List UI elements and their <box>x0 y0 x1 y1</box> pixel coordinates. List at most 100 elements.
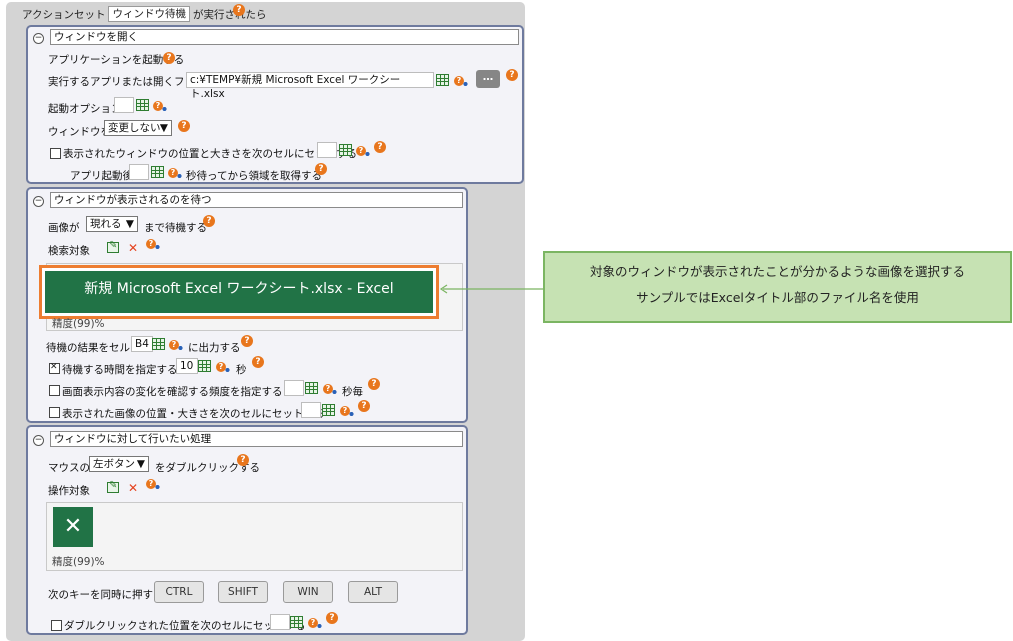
collapse-icon[interactable]: − <box>33 33 44 44</box>
frequency-unit: 秒毎 <box>342 386 363 398</box>
window-mode-value: 変更しない <box>108 122 161 134</box>
wait-until-label: まで待機する <box>144 222 207 234</box>
help-icon[interactable]: ? <box>163 52 175 64</box>
action-set-header: アクションセット ウィンドウ待機 が実行されたら <box>22 5 266 23</box>
help-icon[interactable]: ? <box>358 400 370 412</box>
operation-target-label: 操作対象 <box>48 485 90 497</box>
help-user-icon[interactable]: ? <box>146 479 161 491</box>
help-icon[interactable]: ? <box>315 163 327 175</box>
timeout-checkbox[interactable] <box>49 362 60 374</box>
set-position-cell-input[interactable] <box>317 142 337 158</box>
help-icon[interactable]: ? <box>241 335 253 347</box>
appear-select[interactable]: 現れる ▼ <box>86 216 138 232</box>
set-image-pos-checkbox[interactable] <box>49 407 60 418</box>
callout-line-2: サンプルではExcelタイトル部のファイル名を使用 <box>636 290 919 305</box>
help-user-icon[interactable]: ? <box>356 146 371 158</box>
chevron-down-icon: ▼ <box>159 122 168 134</box>
search-target-label: 検索対象 <box>48 245 90 257</box>
chevron-down-icon: ▼ <box>125 218 134 230</box>
search-image-preview: 新規 Microsoft Excel ワークシート.xlsx - Excel 精… <box>39 263 463 331</box>
help-icon[interactable]: ? <box>233 4 245 16</box>
timeout-unit: 秒 <box>236 364 247 376</box>
help-icon[interactable]: ? <box>252 356 264 368</box>
cell-picker-icon[interactable] <box>305 382 318 394</box>
timeout-label: 待機する時間を指定する <box>62 364 178 376</box>
section-title-input[interactable]: ウィンドウを開く <box>50 29 519 45</box>
help-user-icon[interactable]: ? <box>169 340 184 352</box>
collapse-icon[interactable]: − <box>33 435 44 446</box>
launch-option-label: 起動オプション <box>48 103 122 115</box>
set-click-pos-checkbox[interactable] <box>51 620 62 631</box>
key-alt-button[interactable]: ALT <box>348 581 398 603</box>
accuracy-label: 精度(99)% <box>52 556 105 568</box>
image-highlight-frame: 新規 Microsoft Excel ワークシート.xlsx - Excel <box>39 265 439 319</box>
set-image-pos-input[interactable] <box>301 402 321 418</box>
edit-image-icon[interactable] <box>107 480 119 493</box>
frequency-label: 画面表示内容の変化を確認する頻度を指定する <box>62 386 283 398</box>
appear-select-value: 現れる <box>90 218 122 230</box>
key-win-button[interactable]: WIN <box>283 581 333 603</box>
frequency-checkbox[interactable] <box>49 385 60 396</box>
help-icon[interactable]: ? <box>178 120 190 132</box>
operation-image-preview: ✕ 精度(99)% <box>46 502 463 571</box>
mouse-button-select[interactable]: 左ボタン ▼ <box>89 456 149 472</box>
key-ctrl-button[interactable]: CTRL <box>154 581 204 603</box>
frequency-input[interactable] <box>284 380 304 396</box>
header-prefix: アクションセット <box>22 8 106 21</box>
image-label: 画像が <box>48 222 80 234</box>
timeout-input[interactable]: 10 <box>176 358 198 374</box>
help-icon[interactable]: ? <box>203 215 215 227</box>
result-cell-input[interactable]: B4 <box>131 336 153 352</box>
edit-image-icon[interactable] <box>107 240 119 253</box>
help-user-icon[interactable]: ? <box>146 239 161 251</box>
after-launch-label: アプリ起動後 <box>70 170 133 182</box>
cell-picker-icon[interactable] <box>436 74 449 86</box>
help-icon[interactable]: ? <box>368 378 380 390</box>
mouse-button-value: 左ボタン <box>93 458 135 470</box>
help-user-icon[interactable]: ? <box>308 618 323 630</box>
help-icon[interactable]: ? <box>374 141 386 153</box>
accuracy-label: 精度(99)% <box>52 318 105 330</box>
set-image-pos-label: 表示された画像の位置・大きさを次のセルにセットする <box>62 408 325 420</box>
action-name-box: ウィンドウ待機 <box>108 6 190 22</box>
section-title-input[interactable]: ウィンドウに対して行いたい処理 <box>50 431 463 447</box>
help-user-icon[interactable]: ? <box>153 101 168 113</box>
window-mode-select[interactable]: 変更しない ▼ <box>104 120 172 136</box>
cell-picker-icon[interactable] <box>151 166 164 178</box>
help-icon[interactable]: ? <box>506 69 518 81</box>
delete-icon[interactable]: ✕ <box>128 242 138 254</box>
section-title-input[interactable]: ウィンドウが表示されるのを待つ <box>50 192 463 208</box>
browse-button[interactable]: … <box>476 70 500 88</box>
result-cell-label: 待機の結果をセル <box>46 342 130 354</box>
cell-picker-icon[interactable] <box>198 360 211 372</box>
help-user-icon[interactable]: ? <box>340 406 355 418</box>
wait-options: 待機の結果をセル B4 ? に出力する ? 待機する時間を指定する 10 ? 秒… <box>26 331 468 423</box>
set-position-checkbox[interactable] <box>50 148 61 159</box>
launch-option-input[interactable] <box>114 97 134 113</box>
set-click-pos-input[interactable] <box>270 614 290 630</box>
cell-picker-icon[interactable] <box>136 99 149 111</box>
mouse-label: マウスの <box>48 462 90 474</box>
help-user-icon[interactable]: ? <box>323 384 338 396</box>
delete-icon[interactable]: ✕ <box>128 482 138 494</box>
cell-picker-icon[interactable] <box>152 338 165 350</box>
set-position-label: 表示されたウィンドウの位置と大きさを次のセルにセットする <box>63 148 357 160</box>
help-user-icon[interactable]: ? <box>168 168 183 180</box>
key-shift-button[interactable]: SHIFT <box>218 581 268 603</box>
file-path-input[interactable]: c:¥TEMP¥新規 Microsoft Excel ワークシート.xlsx <box>186 72 434 100</box>
help-user-icon[interactable]: ? <box>216 362 231 374</box>
open-window-card: − ウィンドウを開く アプリケーションを起動する ? 実行するアプリまたは開くフ… <box>26 25 524 184</box>
cell-picker-icon[interactable] <box>290 616 303 628</box>
help-icon[interactable]: ? <box>237 454 249 466</box>
keys-label: 次のキーを同時に押す <box>48 589 153 601</box>
result-cell-suffix: に出力する <box>188 342 241 354</box>
annotation-callout: 対象のウィンドウが表示されたことが分かるような画像を選択する サンプルではExc… <box>543 251 1012 323</box>
help-user-icon[interactable]: ? <box>454 76 469 88</box>
header-suffix: が実行されたら <box>192 8 267 21</box>
collapse-icon[interactable]: − <box>33 196 44 207</box>
after-launch-seconds-input[interactable] <box>129 164 149 180</box>
help-icon[interactable]: ? <box>326 612 338 624</box>
cell-picker-icon[interactable] <box>322 404 335 416</box>
chevron-down-icon: ▼ <box>136 458 145 470</box>
cell-picker-icon[interactable] <box>339 144 352 156</box>
